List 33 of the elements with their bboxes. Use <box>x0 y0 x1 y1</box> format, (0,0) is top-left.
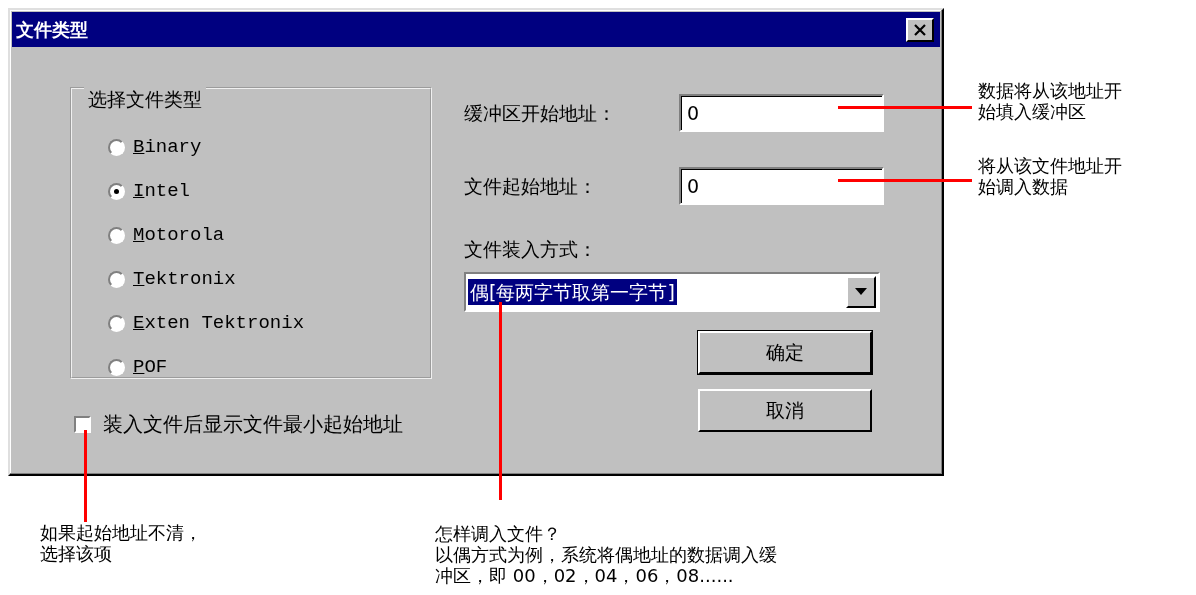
group-title: 选择文件类型 <box>84 87 206 111</box>
close-icon <box>913 23 927 36</box>
radio-button[interactable] <box>108 314 125 332</box>
radio-option[interactable]: Motorola <box>108 213 225 257</box>
field-label: 文件起始地址： <box>464 173 598 199</box>
annotation-text: 怎样调入文件？ 以偶方式为例，系统将偶地址的数据调入缓 冲区，即 00，02，04，06，08...... <box>435 523 777 586</box>
checkbox-label: 装入文件后显示文件最小起始地址 <box>103 411 403 438</box>
input-field[interactable]: 0 <box>679 167 884 205</box>
radio-button[interactable] <box>108 226 125 244</box>
annotation-text: 将从该文件地址开 始调入数据 <box>978 155 1122 197</box>
dropdown-field[interactable]: 偶[每两字节取第一字节] <box>464 271 880 312</box>
field-label: 文件装入方式： <box>464 237 598 262</box>
caret-icon <box>855 288 867 295</box>
checkbox[interactable] <box>74 415 91 433</box>
radio-option[interactable]: Exten Tektronix <box>108 301 305 345</box>
radio-option[interactable]: Tektronix <box>108 257 236 301</box>
radio-option[interactable]: Binary <box>108 125 202 169</box>
field-label: 缓冲区开始地址： <box>464 100 617 126</box>
radio-option[interactable]: Intel <box>108 169 190 213</box>
radio-button[interactable] <box>108 358 125 376</box>
annotation-text: 数据将从该地址开 始填入缓冲区 <box>978 80 1122 122</box>
close-button[interactable] <box>906 17 934 42</box>
selected-text: 偶[每两字节取第一字节] <box>468 278 677 305</box>
radio-option[interactable]: POF <box>108 345 168 389</box>
radio-button[interactable] <box>108 182 125 200</box>
input-field[interactable]: 0 <box>679 94 884 132</box>
annotation-text: 如果起始地址不清， 选择该项 <box>40 522 202 564</box>
ok-button[interactable]: 确定 <box>698 330 872 374</box>
window-title: 文件类型 <box>16 18 88 42</box>
cancel-button[interactable]: 取消 <box>698 388 872 432</box>
dropdown-button[interactable] <box>846 275 876 308</box>
radio-button[interactable] <box>108 138 125 156</box>
radio-button[interactable] <box>108 270 125 288</box>
